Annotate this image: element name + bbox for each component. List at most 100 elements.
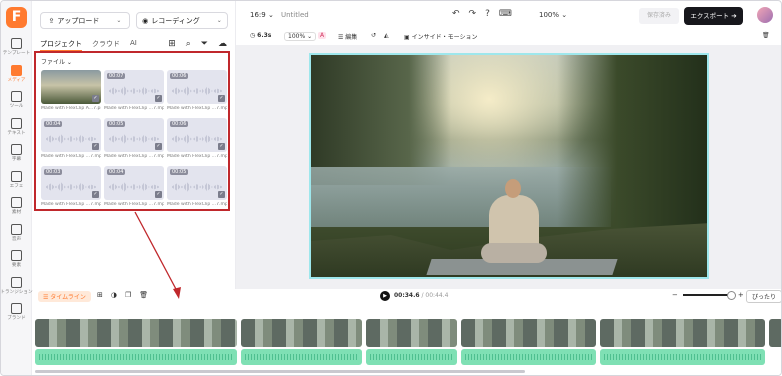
rail-item-label: 素材 (11, 210, 22, 215)
checkbox-checked[interactable]: ✓ (218, 95, 225, 102)
video-canvas[interactable] (309, 53, 709, 279)
timeline-scrollbar[interactable] (35, 370, 525, 373)
fit-button[interactable]: ぴったり (746, 290, 781, 303)
keyboard-icon[interactable]: ⌨ (499, 9, 512, 19)
cloud-icon[interactable]: ☁ (218, 39, 227, 49)
motion-button[interactable]: ▣ インサイド・モーション (404, 32, 477, 41)
zoom-slider[interactable] (682, 291, 736, 300)
meditating-woman (481, 179, 547, 269)
new-folder-icon[interactable]: ⊞ (168, 39, 176, 49)
file-card[interactable]: 00:06 ✓ Made with FlexClip ...7.mp3 (167, 70, 227, 116)
checkbox-checked[interactable]: ✓ (155, 191, 162, 198)
avatar[interactable] (757, 7, 773, 23)
video-clip[interactable] (769, 319, 781, 347)
waveform (172, 86, 222, 96)
text-icon (11, 117, 22, 129)
duplicate-icon[interactable]: ❐ (125, 291, 131, 299)
rail-item[interactable]: 要素 (1, 246, 32, 272)
scale-selector[interactable]: 100% ⌄ (284, 32, 317, 41)
aspect-ratio-selector[interactable]: 16:9 ⌄ (250, 11, 274, 19)
tools-icon (11, 91, 22, 102)
flexclip-logo[interactable]: F (6, 7, 27, 28)
rail-item[interactable]: トランジション (0, 273, 33, 299)
rail-item[interactable]: ツール (1, 87, 32, 113)
file-card[interactable]: ✓ Made with FlexClip A...7.png (41, 70, 101, 116)
rail-item[interactable]: ブランド (1, 299, 32, 325)
media-icon (11, 64, 22, 76)
app-window: F テンプレート メディア ツール テキスト 字幕 エフェ素材音声 要素トランジション ブラン… (0, 0, 782, 376)
flip-icon[interactable]: ◭ (384, 32, 389, 39)
audio-thumbnail: 00:05 ✓ (167, 166, 227, 200)
file-name: Made with FlexClip ...7.mp3 (167, 106, 227, 111)
export-button[interactable]: エクスポート ➔ (684, 7, 743, 25)
timeline-tracks (32, 319, 781, 375)
audio-clip[interactable] (241, 349, 362, 365)
checkbox-checked[interactable]: ✓ (218, 191, 225, 198)
file-card[interactable]: 00:03 ✓ Made with FlexClip ...7.mp3 (41, 166, 101, 212)
image-thumbnail: ✓ (41, 70, 101, 104)
audio-clip[interactable] (600, 349, 765, 365)
filter-icon[interactable]: ⏷ (201, 39, 208, 49)
video-clip[interactable] (35, 319, 237, 347)
checkbox-checked[interactable]: ✓ (92, 95, 99, 102)
file-card[interactable]: 00:04 ✓ Made with FlexClip ...7.mp3 (104, 166, 164, 212)
zoom-in-icon[interactable]: + (738, 291, 744, 299)
play-button[interactable]: ▶ (380, 291, 390, 301)
chevron-down-icon: ⌄ (116, 17, 122, 24)
checkbox-checked[interactable]: ✓ (155, 143, 162, 150)
video-clip[interactable] (241, 319, 362, 347)
redo-icon[interactable]: ↷ (469, 9, 477, 19)
rail-item[interactable]: エフェ (1, 167, 32, 193)
audio-thumbnail: 00:04 ✓ (104, 166, 164, 200)
rotate-icon[interactable]: ↺ (371, 32, 376, 39)
delete-icon[interactable]: 🗑 (762, 32, 770, 39)
record-label: レコーディング (151, 16, 200, 25)
timeline-toggle[interactable]: ☰ タイムライン (38, 291, 91, 302)
rail-item-label: トランジション (0, 289, 33, 295)
checkbox-checked[interactable]: ✓ (92, 191, 99, 198)
add-icon[interactable]: ⊞ (97, 291, 103, 299)
tab-ai[interactable]: AI (130, 39, 137, 51)
rail-item[interactable]: テンプレート (1, 34, 32, 60)
checkbox-checked[interactable]: ✓ (218, 143, 225, 150)
rail-item[interactable]: メディア (1, 61, 32, 87)
total-time: / 00:44.4 (421, 292, 449, 299)
upload-button[interactable]: ⇪ アップロード ⌄ (40, 12, 130, 29)
duration-control[interactable]: ◷ 6.3s (250, 32, 271, 39)
rail-item[interactable]: 字幕 (1, 140, 32, 166)
file-card[interactable]: 00:06 ✓ Made with FlexClip ...7.mp3 (167, 118, 227, 164)
delete-icon[interactable]: 🗑 (139, 291, 148, 299)
search-icon[interactable]: ⌕ (186, 39, 191, 49)
tab-cloud[interactable]: クラウド (92, 39, 120, 51)
zoom-out-icon[interactable]: − (672, 291, 678, 299)
video-clip[interactable] (366, 319, 457, 347)
file-card[interactable]: 00:04 ✓ Made with FlexClip ...7.mp3 (41, 118, 101, 164)
zoom-selector[interactable]: 100% ⌄ (539, 11, 567, 19)
split-icon[interactable]: ◑ (111, 291, 117, 299)
audio-clip[interactable] (366, 349, 457, 365)
record-button[interactable]: ◉ レコーディング ⌄ (136, 12, 228, 29)
top-bar: 16:9 ⌄ Untitled ↶ ↷ ? ⌨ 100% ⌄ 保存済み エクスポ… (236, 1, 781, 29)
project-title[interactable]: Untitled (281, 11, 309, 19)
file-card[interactable]: 00:05 ✓ Made with FlexClip ...7.mp3 (167, 166, 227, 212)
checkbox-checked[interactable]: ✓ (92, 143, 99, 150)
video-clip[interactable] (461, 319, 596, 347)
file-card[interactable]: 00:05 ✓ Made with FlexClip ...7.mp3 (104, 118, 164, 164)
rail-item[interactable]: 素材 (1, 193, 32, 219)
undo-icon[interactable]: ↶ (452, 9, 460, 19)
file-filter-dropdown[interactable]: ファイル ⌄ (41, 57, 72, 66)
rail-item-label: ブランド (7, 316, 26, 321)
file-card[interactable]: 00:07 ✓ Made with FlexClip ...7.mp3 (104, 70, 164, 116)
rail-item[interactable]: テキスト (1, 114, 32, 140)
edit-button[interactable]: ☰ 編集 (338, 32, 357, 41)
tab-project[interactable]: プロジェクト (40, 39, 82, 51)
help-icon[interactable]: ? (485, 9, 490, 19)
rail-item[interactable]: 音声 (1, 220, 32, 246)
ai-tools-icon[interactable]: A (318, 32, 327, 39)
audio-clip[interactable] (35, 349, 237, 365)
checkbox-checked[interactable]: ✓ (155, 95, 162, 102)
waveform (172, 134, 222, 144)
audio-thumbnail: 00:04 ✓ (41, 118, 101, 152)
audio-clip[interactable] (461, 349, 596, 365)
video-clip[interactable] (600, 319, 765, 347)
